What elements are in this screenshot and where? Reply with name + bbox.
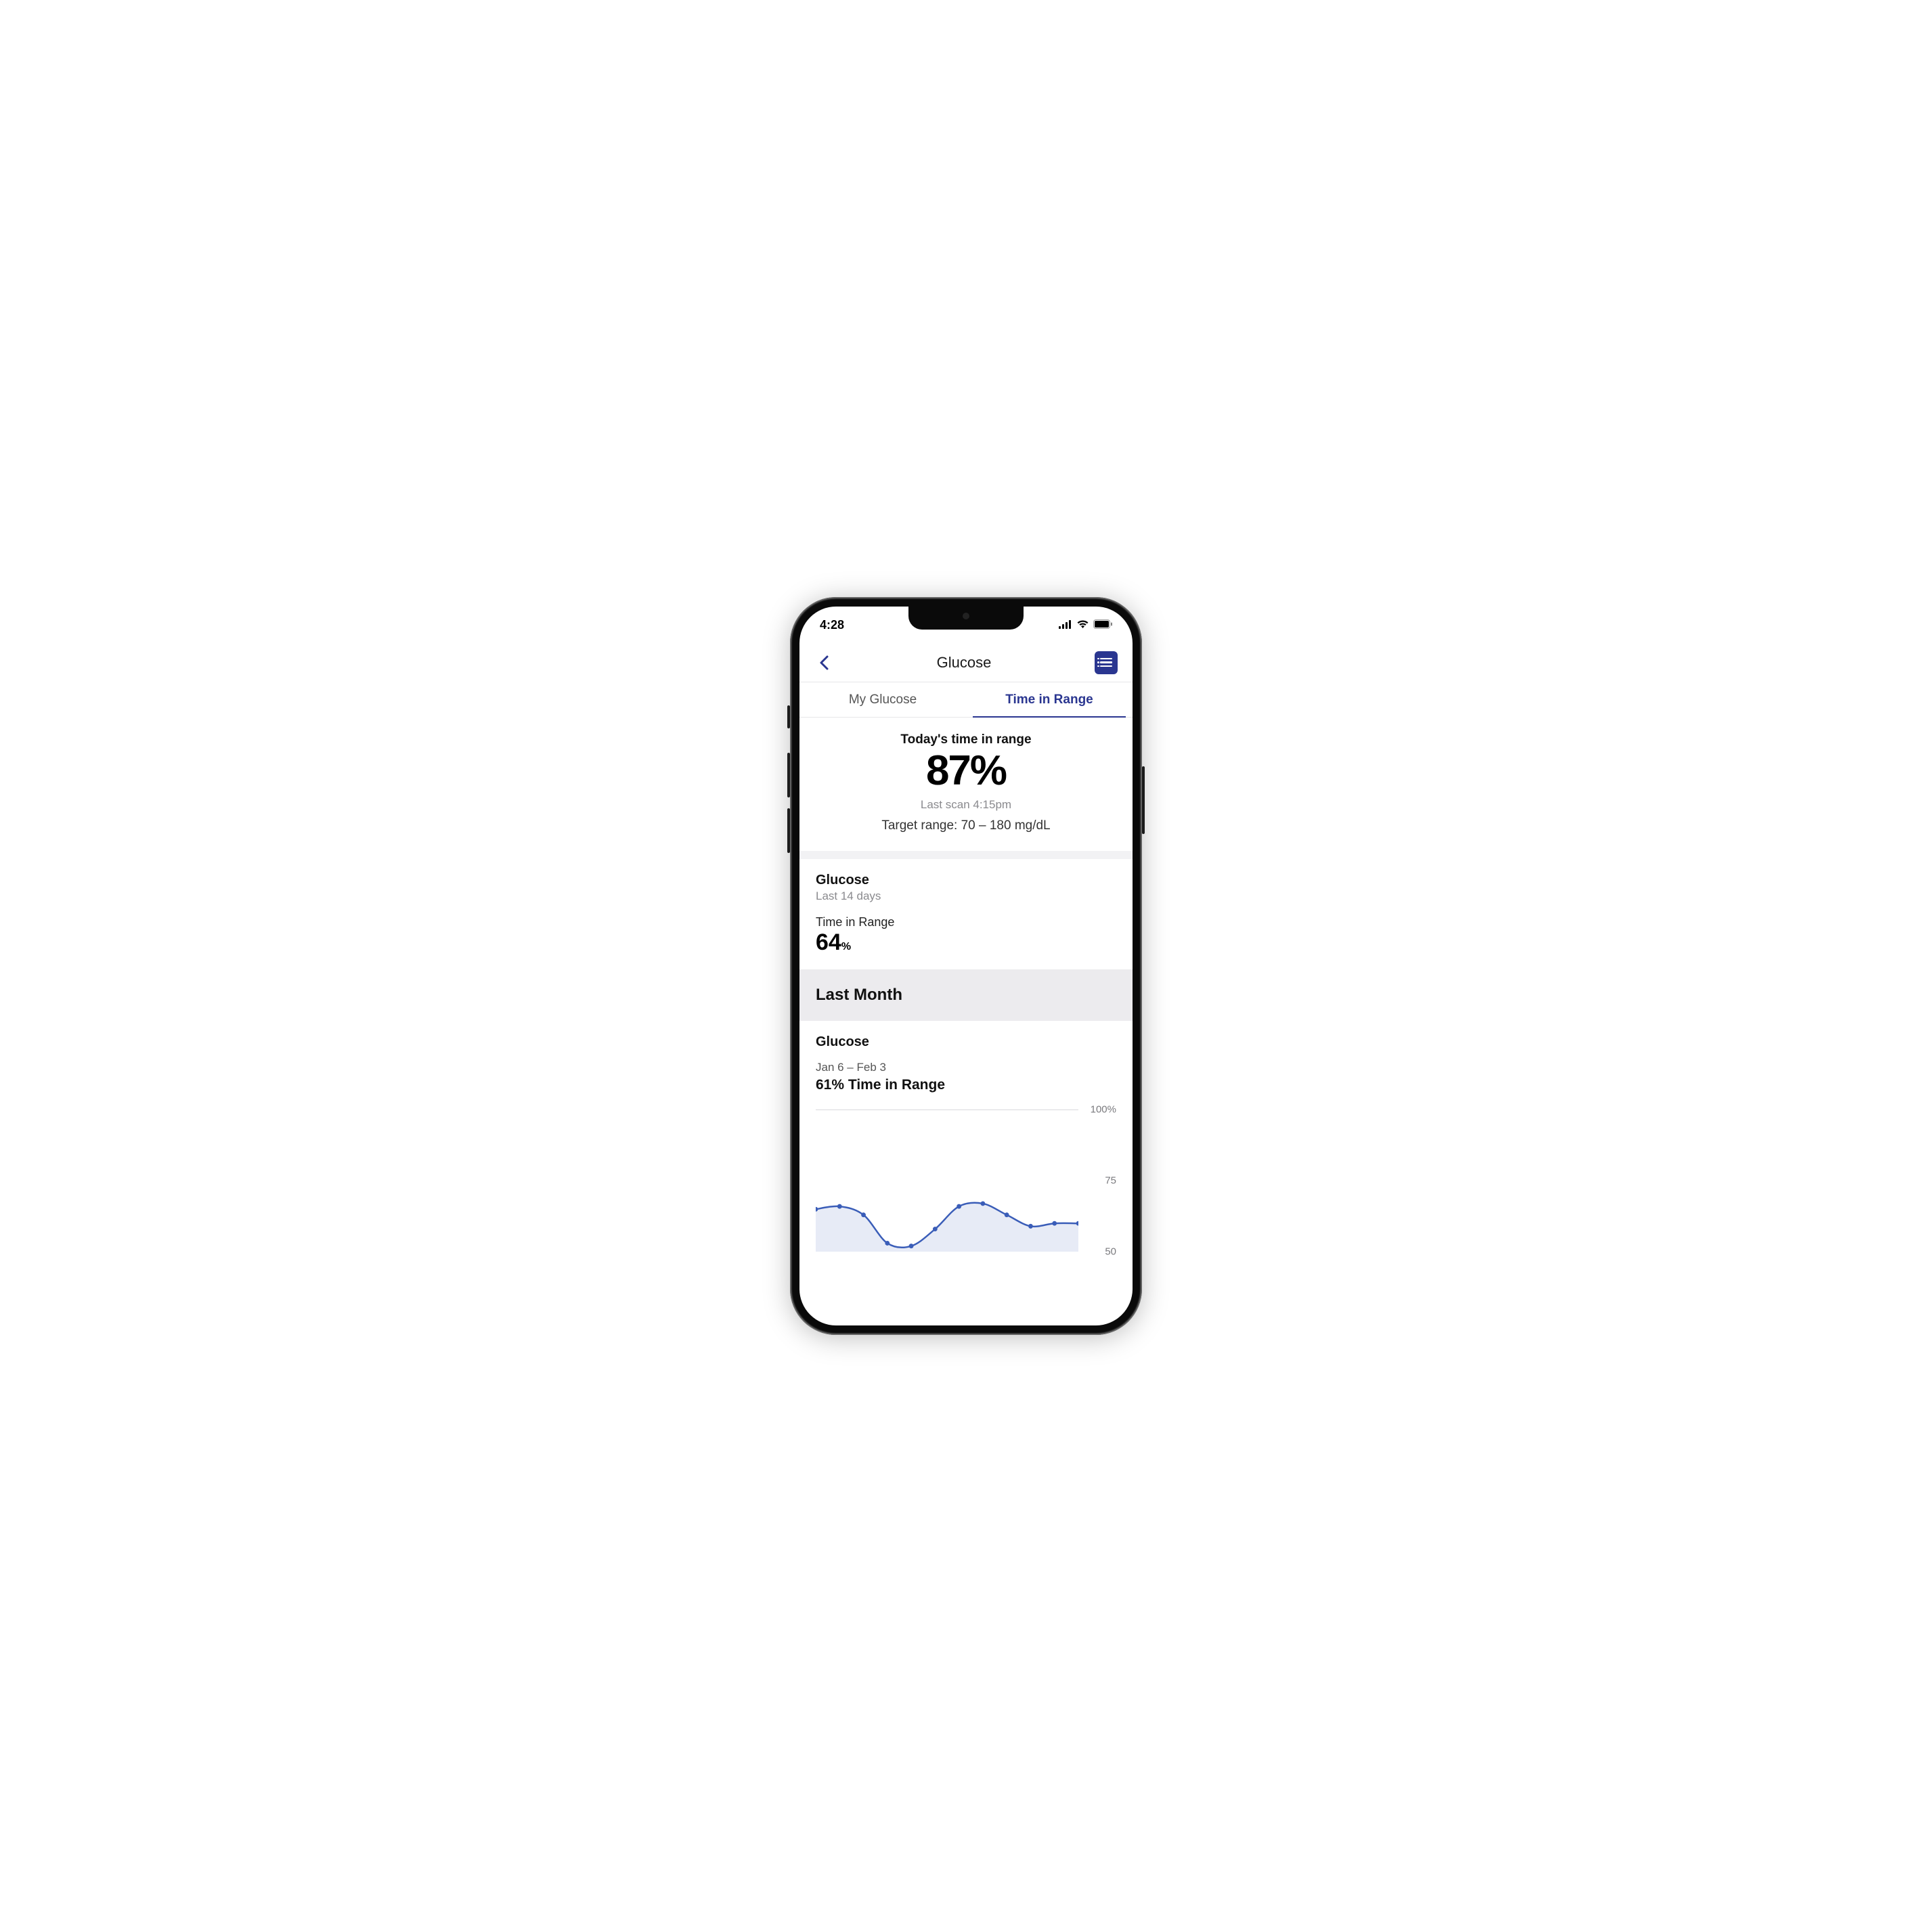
signal-icon [1059,618,1072,632]
app-header: Glucose [799,643,1133,682]
today-value: 87% [813,749,1119,793]
phone-volume-down [787,808,790,853]
wifi-icon [1076,618,1089,632]
fourteen-day-subtitle: Last 14 days [816,890,1116,903]
section-gap [799,851,1133,859]
target-range-text: Target range: 70 – 180 mg/dL [813,818,1119,833]
list-view-button[interactable] [1095,651,1118,674]
back-button[interactable] [814,653,833,672]
last-month-header: Last Month [799,969,1133,1021]
phone-silence-switch [787,705,790,728]
chart-tick-75: 75 [1105,1175,1116,1187]
screen: 4:28 [799,607,1133,1325]
last-month-section: Glucose Jan 6 – Feb 3 61% Time in Range … [799,1021,1133,1265]
fourteen-day-metric-label: Time in Range [816,915,1116,929]
chart-container: 100% 75 50 [816,1110,1116,1252]
today-label: Today's time in range [813,732,1119,747]
chart-tick-50: 50 [1105,1246,1116,1258]
today-card: Today's time in range 87% Last scan 4:15… [799,718,1133,851]
notch [908,607,1024,630]
fourteen-day-section: Glucose Last 14 days Time in Range 64% [799,859,1133,969]
battery-icon [1093,618,1112,632]
tab-my-glucose[interactable]: My Glucose [799,682,966,717]
fourteen-day-metric-value: 64% [816,929,1116,956]
last-scan-text: Last scan 4:15pm [813,798,1119,812]
last-month-date-range: Jan 6 – Feb 3 [816,1061,1116,1074]
last-month-header-title: Last Month [816,986,1116,1005]
clock: 4:28 [820,618,844,632]
last-month-title: Glucose [816,1034,1116,1050]
tab-time-in-range[interactable]: Time in Range [966,682,1133,717]
page-title: Glucose [937,654,992,672]
phone-frame: 4:28 [790,597,1142,1335]
chart-tick-100: 100% [1091,1104,1116,1116]
fourteen-day-title: Glucose [816,873,1116,888]
phone-volume-up [787,753,790,797]
chart-plot-area [816,1110,1078,1252]
phone-power-button [1142,766,1145,834]
last-month-tir: 61% Time in Range [816,1077,1116,1093]
main-scroll[interactable]: Today's time in range 87% Last scan 4:15… [799,718,1133,1325]
tabs: My Glucose Time in Range [799,682,1133,718]
